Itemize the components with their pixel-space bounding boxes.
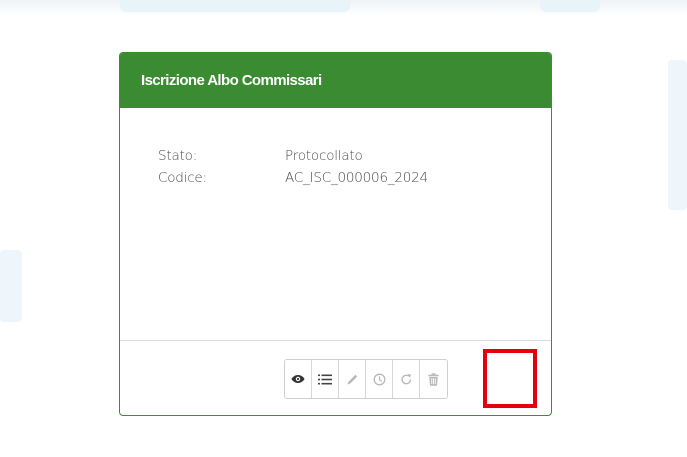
code-label: Codice: [158, 170, 207, 186]
trash-icon [428, 372, 439, 386]
card-body: Stato: Protocollato Codice: AC_ISC_00000… [120, 108, 551, 340]
code-row: Codice: AC_ISC_000006_2024 [158, 170, 428, 186]
view-button[interactable] [285, 360, 312, 398]
card-actions-toolbar [284, 359, 448, 399]
page: Iscrizione Albo Commissari Stato: Protoc… [0, 0, 687, 457]
background-shape [120, 0, 350, 12]
list-icon [318, 374, 332, 384]
delete-button[interactable] [420, 360, 447, 398]
background-shape [668, 60, 687, 210]
status-label: Stato: [158, 148, 198, 164]
code-value: AC_ISC_000006_2024 [285, 170, 428, 186]
background-shape [540, 0, 600, 12]
pencil-icon [347, 374, 357, 384]
details-list-button[interactable] [312, 360, 339, 398]
background-shape [0, 250, 22, 322]
status-value: Protocollato [285, 148, 363, 164]
history-button[interactable] [366, 360, 393, 398]
status-row: Stato: Protocollato [158, 148, 363, 164]
redo-button[interactable] [393, 360, 420, 398]
card-header: Iscrizione Albo Commissari [120, 53, 551, 108]
clock-icon [373, 373, 385, 385]
edit-button[interactable] [339, 360, 366, 398]
card-footer-divider [120, 340, 551, 341]
card-title: Iscrizione Albo Commissari [141, 72, 322, 89]
eye-icon [291, 375, 305, 383]
application-card: Iscrizione Albo Commissari Stato: Protoc… [119, 52, 552, 416]
redo-icon [400, 373, 411, 384]
